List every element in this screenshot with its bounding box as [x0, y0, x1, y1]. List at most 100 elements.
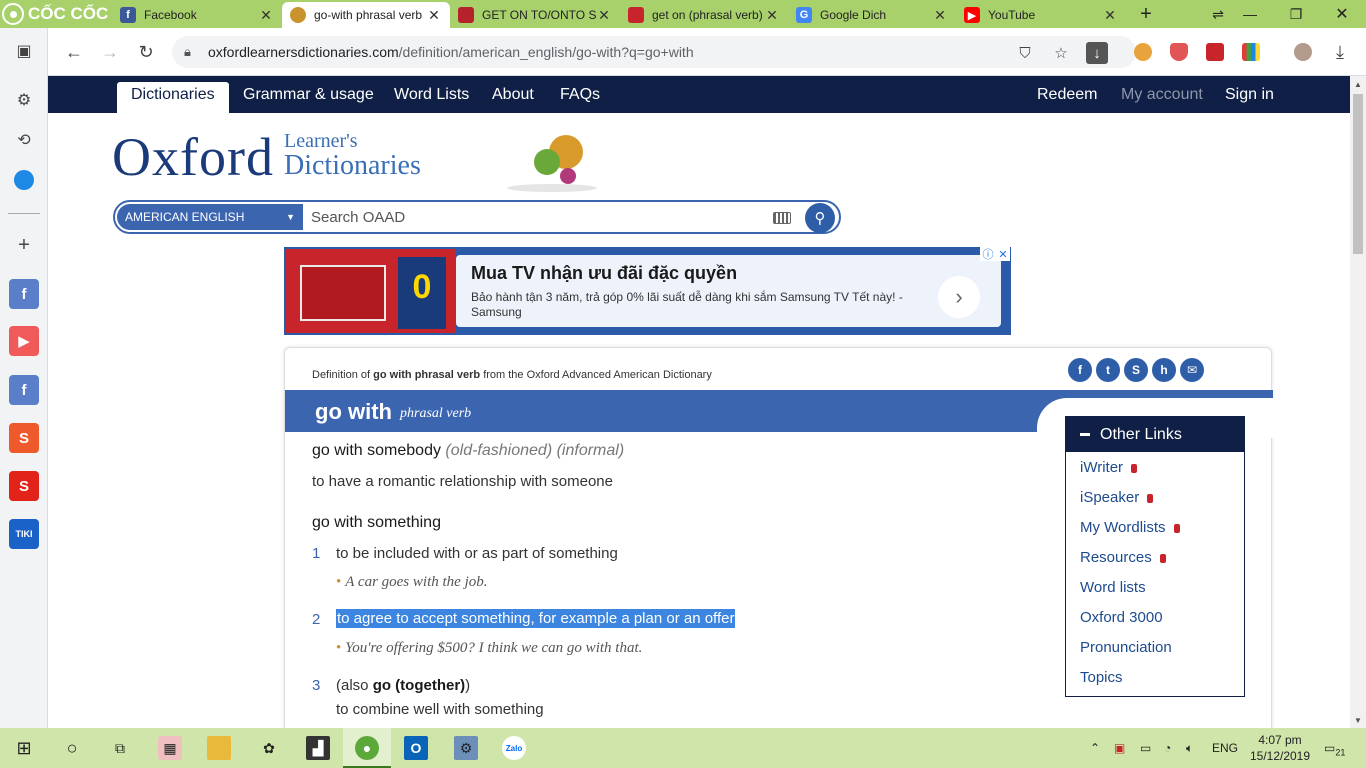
- search-button[interactable]: ⚲: [805, 203, 835, 233]
- plus-icon: +: [1140, 2, 1152, 25]
- example-text: You're offering $500? I think we can go …: [345, 640, 643, 656]
- share-facebook-button[interactable]: f: [1068, 358, 1092, 382]
- tray-app-icon[interactable]: ▣: [1114, 728, 1125, 768]
- dictionary-select[interactable]: AMERICAN ENGLISH ▼: [117, 204, 303, 230]
- link-oxford-3000[interactable]: Oxford 3000: [1080, 609, 1163, 626]
- other-links-header[interactable]: Other Links: [1066, 417, 1244, 452]
- extension-adblock-icon[interactable]: [1170, 43, 1188, 61]
- close-icon[interactable]: ✕: [764, 7, 780, 24]
- forward-button[interactable]: →: [96, 38, 124, 66]
- link-iwriter[interactable]: iWriter: [1080, 459, 1138, 476]
- ad-choices[interactable]: ⓘ ✕: [980, 247, 1010, 261]
- wifi-icon[interactable]: ◔: [1164, 728, 1171, 768]
- advertisement[interactable]: 0 Mua TV nhận ưu đãi đặc quyền Bảo hành …: [284, 247, 1011, 335]
- back-button[interactable]: ←: [60, 38, 88, 66]
- nav-my-account[interactable]: My account: [1121, 76, 1203, 113]
- outlook-button[interactable]: O: [404, 736, 428, 760]
- nav-redeem[interactable]: Redeem: [1037, 76, 1097, 113]
- downloads-button[interactable]: ⤓: [1326, 38, 1354, 66]
- task-view-button[interactable]: ⧉: [108, 736, 132, 760]
- sidebar-youtube[interactable]: ▶: [9, 326, 39, 356]
- link-pronunciation[interactable]: Pronunciation: [1080, 639, 1172, 656]
- reload-button[interactable]: ↻: [132, 38, 160, 66]
- oxford-logo[interactable]: Oxford Learner's Dictionaries: [112, 126, 597, 196]
- settings-button[interactable]: ⚙: [9, 85, 39, 115]
- zalo-button[interactable]: Zalo: [502, 736, 526, 760]
- link-ispeaker[interactable]: iSpeaker: [1080, 489, 1154, 506]
- close-window-button[interactable]: ✕: [1320, 0, 1364, 28]
- close-icon[interactable]: ✕: [426, 7, 442, 24]
- sidebar-toggle-button[interactable]: ▣: [9, 36, 39, 66]
- sidebar-facebook-2[interactable]: f: [9, 375, 39, 405]
- new-tab-button[interactable]: +: [1124, 0, 1168, 28]
- share-email-button[interactable]: ✉: [1180, 358, 1204, 382]
- keyboard-icon[interactable]: [773, 212, 791, 224]
- file-explorer-button[interactable]: [207, 736, 231, 760]
- chevron-right-icon: ›: [955, 284, 963, 309]
- start-button[interactable]: ⊞: [12, 736, 36, 760]
- extension-red-icon[interactable]: [1206, 43, 1224, 61]
- plus-icon: +: [18, 233, 30, 256]
- cortana-button[interactable]: ○: [60, 736, 84, 760]
- address-bar[interactable]: 🔒︎ oxfordlearnersdictionaries.com/defini…: [172, 36, 1136, 68]
- search-input[interactable]: Search OAAD: [311, 209, 405, 226]
- tab-youtube[interactable]: ▶ YouTube ✕: [956, 2, 1126, 28]
- ad-card[interactable]: Mua TV nhận ưu đãi đặc quyền Bảo hành tậ…: [456, 255, 1001, 327]
- nav-faqs[interactable]: FAQs: [560, 76, 600, 113]
- sidebar-sendo[interactable]: S: [9, 471, 39, 501]
- nav-grammar-usage[interactable]: Grammar & usage: [243, 76, 374, 113]
- tab-get-on-to[interactable]: GET ON TO/ONTO ST ✕: [450, 2, 620, 28]
- coccoc-taskbar-button[interactable]: ●: [355, 736, 379, 760]
- close-icon[interactable]: ✕: [932, 7, 948, 24]
- share-stumbleupon-button[interactable]: S: [1124, 358, 1148, 382]
- taskbar-app-tools[interactable]: ⚙: [454, 736, 478, 760]
- extension-coccoc-icon[interactable]: [1134, 43, 1152, 61]
- volume-icon[interactable]: 🔈︎: [1186, 728, 1193, 768]
- close-icon[interactable]: ✕: [258, 7, 274, 24]
- tab-google-dich[interactable]: G Google Dich ✕: [788, 2, 956, 28]
- history-button[interactable]: ⟲: [9, 125, 39, 155]
- tab-get-on[interactable]: get on (phrasal verb) ✕: [620, 2, 788, 28]
- tab-go-with[interactable]: go-with phrasal verb ✕: [282, 2, 450, 28]
- sidebar-tiki[interactable]: TIKI: [9, 519, 39, 549]
- sidebar-shopee[interactable]: S: [9, 423, 39, 453]
- shield-icon[interactable]: ⛉: [1014, 42, 1036, 64]
- ad-arrow-button[interactable]: ›: [938, 276, 980, 318]
- share-twitter-button[interactable]: t: [1096, 358, 1120, 382]
- tab-facebook[interactable]: f Facebook ✕: [112, 2, 282, 28]
- nav-about[interactable]: About: [492, 76, 534, 113]
- messenger-button[interactable]: [9, 165, 39, 195]
- star-icon[interactable]: ☆: [1050, 42, 1072, 64]
- link-word-lists[interactable]: Word lists: [1080, 579, 1146, 596]
- extension-color-icon[interactable]: [1242, 43, 1260, 61]
- page-scrollbar[interactable]: ▲ ▼: [1350, 76, 1366, 728]
- nav-dictionaries[interactable]: Dictionaries: [117, 82, 229, 113]
- clock[interactable]: 4:07 pm 15/12/2019: [1244, 732, 1316, 764]
- add-app-button[interactable]: +: [9, 230, 39, 260]
- close-icon[interactable]: ✕: [1102, 7, 1118, 24]
- shopee-icon: S: [18, 429, 29, 447]
- language-indicator[interactable]: ENG: [1212, 728, 1238, 768]
- restore-button[interactable]: ❐: [1274, 0, 1318, 28]
- scroll-down-arrow-icon[interactable]: ▼: [1350, 712, 1366, 728]
- download-video-icon[interactable]: ↓: [1086, 42, 1108, 64]
- link-topics[interactable]: Topics: [1080, 669, 1123, 686]
- taskbar-app-paint[interactable]: ✿: [257, 736, 281, 760]
- close-icon[interactable]: ✕: [596, 7, 612, 24]
- taskbar-app-1[interactable]: ▦: [158, 736, 182, 760]
- nav-word-lists[interactable]: Word Lists: [394, 76, 469, 113]
- tray-chevron-up-icon[interactable]: ⌃: [1090, 728, 1100, 768]
- scroll-up-arrow-icon[interactable]: ▲: [1350, 76, 1366, 92]
- sidebar-facebook[interactable]: f: [9, 279, 39, 309]
- battery-icon[interactable]: ▭: [1140, 728, 1151, 768]
- sticky-notes-button[interactable]: ▟: [306, 736, 330, 760]
- notification-center-button[interactable]: ▭21: [1324, 728, 1345, 768]
- coccoc-menu-button[interactable]: CỐC CỐC: [0, 0, 112, 28]
- profile-avatar[interactable]: [1294, 43, 1312, 61]
- share-hi5-button[interactable]: h: [1152, 358, 1176, 382]
- minimize-button[interactable]: —: [1228, 0, 1272, 28]
- scrollbar-thumb[interactable]: [1353, 94, 1363, 254]
- link-my-wordlists[interactable]: My Wordlists: [1080, 519, 1180, 536]
- link-resources[interactable]: Resources: [1080, 549, 1166, 566]
- nav-sign-in[interactable]: Sign in: [1225, 76, 1274, 113]
